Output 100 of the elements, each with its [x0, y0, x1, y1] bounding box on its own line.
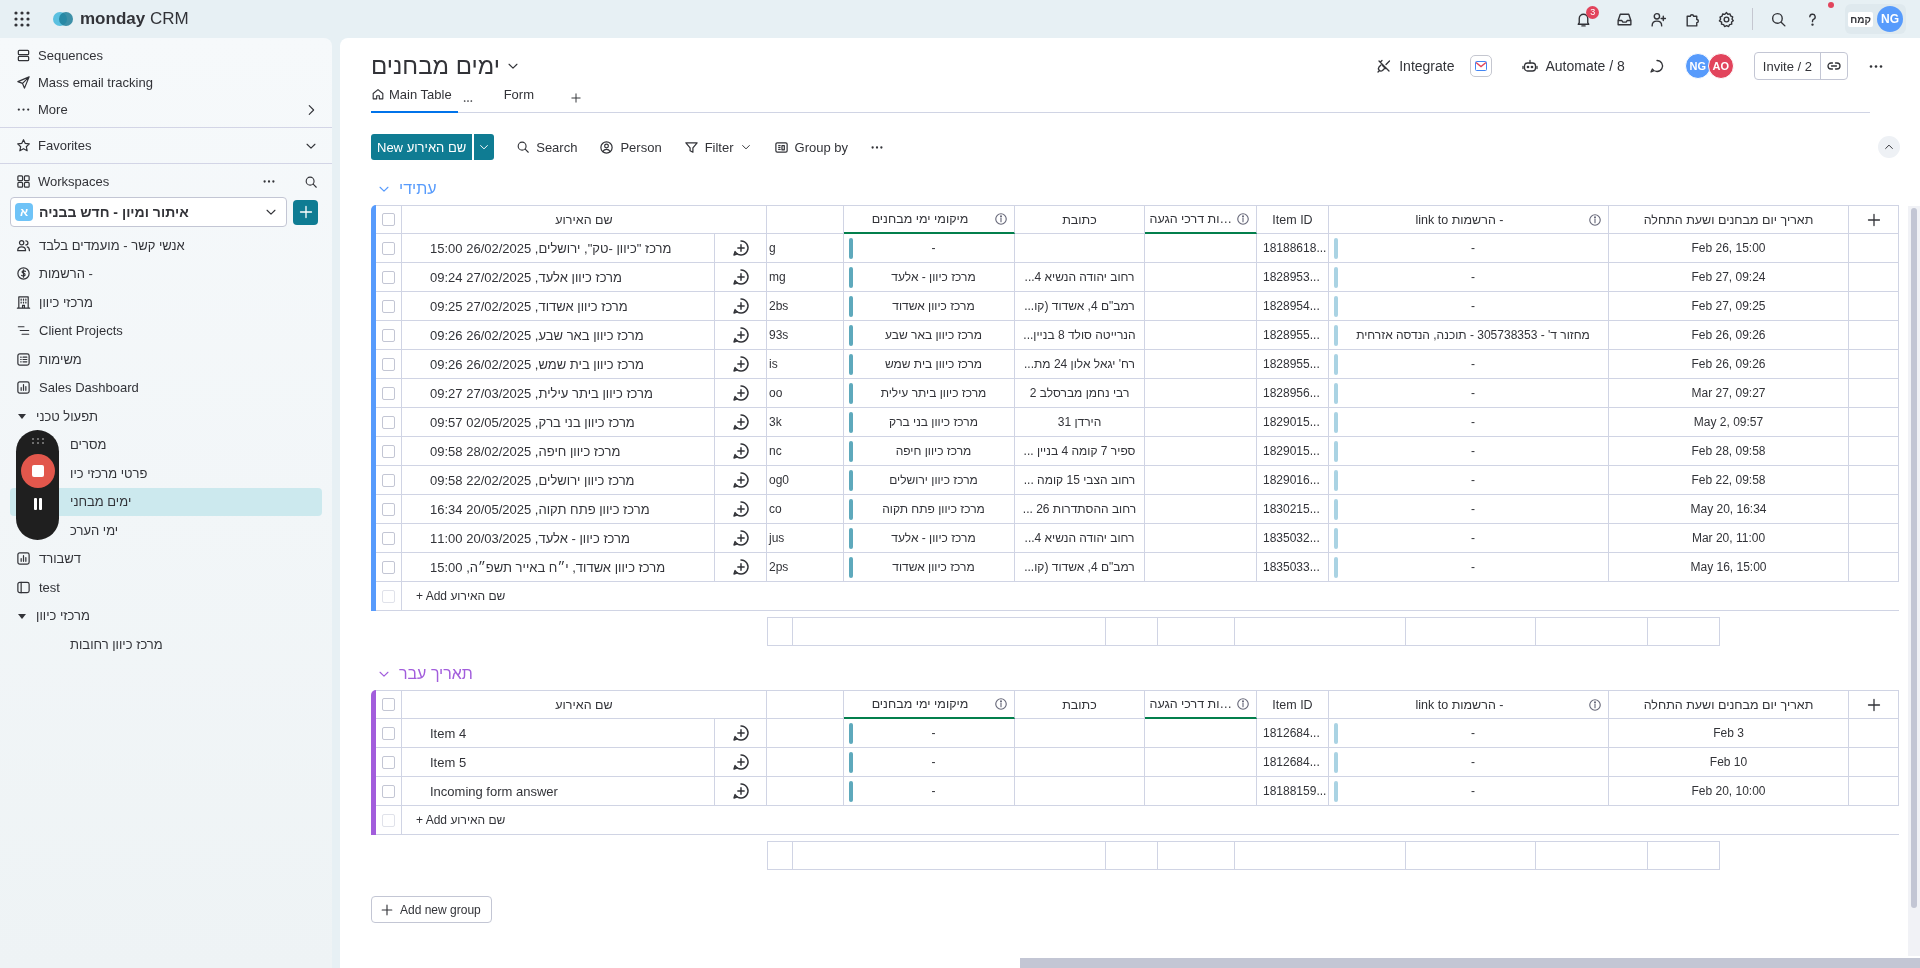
group-by-button[interactable]: Group by	[773, 139, 848, 155]
item-name[interactable]: מרכז כיוון חיפה, 28/02/2025 09:58	[430, 443, 621, 459]
plug-icon	[1376, 58, 1393, 74]
integrate-button[interactable]: Integrate	[1370, 54, 1461, 78]
sidebar-item[interactable]: הרשמות -	[10, 259, 322, 288]
row-checkbox[interactable]	[382, 726, 395, 740]
table-cell-text: מרכז כיוון אשדוד	[891, 560, 976, 574]
item-name[interactable]: מרכז כיוון אשדוד, י״ח באייר תשפ״ה, 15:00	[430, 559, 666, 575]
row-checkbox[interactable]	[382, 241, 395, 255]
item-name[interactable]: Item 4	[430, 725, 467, 741]
sidebar-item[interactable]: Sequences	[0, 42, 332, 69]
sidebar-item[interactable]: test	[10, 573, 322, 602]
member-avatar[interactable]: AO	[1707, 53, 1734, 79]
item-name[interactable]: Item 5	[430, 754, 467, 770]
sidebar-item[interactable]: More	[0, 96, 332, 123]
add-button[interactable]	[293, 199, 318, 225]
add-item-field[interactable]: + Add שם האירוע	[416, 589, 506, 603]
item-name[interactable]: מרכז כיוון ירושלים, 22/02/2025 09:58	[430, 472, 635, 488]
table-cell: רחוב יהודה הנשיא 4...	[1024, 531, 1135, 545]
table-cell: Mar 20, 11:00	[1691, 531, 1766, 545]
more-icon[interactable]	[262, 180, 276, 183]
favorites-item[interactable]: Favorites	[0, 132, 332, 159]
sidebar-item[interactable]: אנשי קשר - מועמדים בלבד	[10, 231, 322, 260]
sidebar-item[interactable]: מסרים	[10, 430, 322, 459]
item-name[interactable]: מרכז "כיוון -טק", ירושלים, 26/02/2025 15:00	[430, 240, 672, 256]
more-icon[interactable]	[870, 145, 884, 149]
new-item-button[interactable]: New שם האירוע	[371, 134, 473, 160]
alert-dot	[1828, 1, 1835, 8]
automate-button[interactable]: Automate / 8	[1516, 54, 1631, 78]
view-tab[interactable]: Form	[503, 83, 540, 113]
add-group-button[interactable]: Add new group	[371, 896, 492, 923]
table-cell: 18188159...	[1263, 784, 1327, 798]
workspace-select[interactable]: א איתור ומיון - חדש בבניה	[10, 197, 287, 227]
item-name[interactable]: מרכז כיוון ביתר עילית, 27/03/2025 09:27	[430, 385, 653, 401]
info-icon	[1588, 697, 1602, 712]
stop-button[interactable]	[20, 454, 55, 488]
group-title[interactable]: תאריך עבר	[399, 665, 473, 683]
select-all-checkbox[interactable]	[382, 213, 395, 226]
table-cell: 2bs	[769, 299, 789, 313]
star-icon	[16, 138, 31, 153]
table-cell: May 16, 15:00	[1690, 560, 1767, 574]
column-header: כתובת	[1061, 697, 1098, 712]
row-checkbox[interactable]	[382, 415, 395, 429]
row-checkbox[interactable]	[382, 357, 395, 371]
row-checkbox[interactable]	[382, 473, 395, 487]
person-button[interactable]: Person	[599, 139, 662, 155]
relation-bar	[849, 469, 853, 491]
table-cell: 1835032...	[1263, 531, 1320, 545]
row-checkbox[interactable]	[382, 386, 395, 400]
scrollbar[interactable]	[1020, 958, 1920, 968]
table-cell: Feb 10	[1709, 755, 1748, 769]
view-tab[interactable]: Main Table	[371, 83, 458, 113]
add-update-icon	[731, 500, 750, 518]
row-checkbox[interactable]	[382, 444, 395, 458]
sidebar-item[interactable]: תפעול טכני	[10, 402, 322, 431]
notification-count: 3	[1586, 5, 1600, 19]
row-checkbox[interactable]	[382, 531, 395, 545]
item-name[interactable]: מרכז כיוון אלעד, 27/02/2025 09:24	[430, 269, 622, 285]
item-name[interactable]: מרכז כיוון בית שמש, 26/02/2025 09:26	[430, 356, 644, 372]
sidebar-item[interactable]: משימות	[10, 345, 322, 374]
more-icon[interactable]	[1868, 64, 1884, 68]
summary-cell	[767, 617, 793, 646]
row-checkbox[interactable]	[382, 560, 395, 574]
item-name[interactable]: מרכז כיוון - אלעד, 20/03/2025 11:00	[430, 530, 630, 546]
home-icon	[371, 87, 385, 101]
notifications-button[interactable]: 3	[1575, 5, 1600, 28]
board-title[interactable]: ימים מבחנים	[371, 52, 500, 80]
row-checkbox[interactable]	[382, 270, 395, 284]
sidebar-item[interactable]: ימי הערכ	[10, 516, 322, 545]
scrollbar[interactable]	[1908, 206, 1920, 956]
summary-cell	[1106, 841, 1158, 870]
sidebar-item[interactable]: פרטי מרכזי כיו	[10, 459, 322, 488]
dropdown-button[interactable]	[474, 134, 495, 160]
row-checkbox[interactable]	[382, 784, 395, 798]
sidebar-item[interactable]: Mass email tracking	[0, 69, 332, 96]
sidebar-item[interactable]: מרכזי כיוון	[10, 288, 322, 317]
item-name[interactable]: מרכז כיוון באר שבע, 26/02/2025 09:26	[430, 327, 644, 343]
sidebar-item[interactable]: Client Projects	[10, 316, 322, 345]
pause-icon[interactable]	[32, 498, 43, 510]
table-cell: 1828955...	[1263, 328, 1320, 342]
filter-button[interactable]: Filter	[683, 139, 752, 155]
sidebar-item[interactable]: דשבורד	[10, 544, 322, 573]
row-checkbox[interactable]	[382, 755, 395, 769]
item-name[interactable]: מרכז כיוון בני ברק, 02/05/2025 09:57	[430, 414, 635, 430]
add-column-icon	[1865, 211, 1882, 228]
item-name[interactable]: Incoming form answer	[430, 783, 558, 799]
item-name[interactable]: מרכז כיוון פתח תקוה, 20/05/2025 16:34	[430, 501, 650, 517]
add-item-field[interactable]: + Add שם האירוע	[416, 813, 506, 827]
item-name[interactable]: מרכז כיוון אשדוד, 27/02/2025 09:25	[430, 298, 628, 314]
sidebar-item[interactable]: מרכזי כיוון	[10, 601, 322, 630]
collapse-button[interactable]	[1878, 136, 1900, 158]
search-button[interactable]: Search	[516, 139, 578, 155]
section-title: Workspaces	[38, 174, 110, 189]
row-checkbox[interactable]	[382, 502, 395, 516]
sidebar-item[interactable]: מרכז כיוון רחובות	[10, 630, 322, 659]
row-checkbox[interactable]	[382, 328, 395, 342]
row-checkbox[interactable]	[382, 299, 395, 313]
select-all-checkbox[interactable]	[382, 698, 395, 711]
sidebar-item[interactable]: Sales Dashboard	[10, 373, 322, 402]
relation-bar	[1334, 498, 1338, 520]
